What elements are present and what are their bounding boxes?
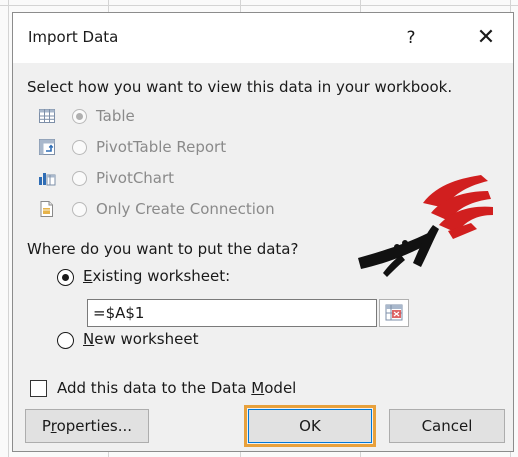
new-worksheet-radio[interactable] (57, 332, 74, 349)
location-prompt: Where do you want to put the data? (27, 240, 299, 258)
view-option-connection[interactable]: Only Create Connection (38, 196, 275, 222)
properties-label-post: operties... (56, 417, 133, 435)
view-option-pivottable-radio[interactable] (72, 139, 87, 155)
pivotchart-icon (38, 169, 56, 187)
data-model-checkbox[interactable] (30, 380, 47, 397)
view-option-connection-radio[interactable] (72, 201, 87, 217)
view-option-table[interactable]: Table (38, 103, 135, 129)
title-bar: Import Data ? ✕ (13, 13, 513, 63)
cancel-button[interactable]: Cancel (389, 409, 505, 443)
properties-button[interactable]: Properties... (25, 409, 149, 443)
new-worksheet-accesskey: N (83, 330, 95, 348)
watermark-logo (358, 175, 493, 277)
existing-worksheet-label-text: xisting worksheet: (92, 267, 231, 285)
close-button[interactable]: ✕ (471, 23, 501, 53)
cell-reference-input[interactable]: =$A$1 (87, 299, 377, 327)
view-option-label: Table (96, 107, 135, 125)
existing-worksheet-label[interactable]: Existing worksheet: (83, 267, 230, 285)
view-option-pivotchart[interactable]: PivotChart (38, 165, 174, 191)
connection-icon (38, 200, 56, 218)
dialog-title: Import Data (28, 28, 119, 46)
data-model-label[interactable]: Add this data to the Data Model (57, 379, 296, 397)
new-worksheet-label[interactable]: New worksheet (83, 330, 198, 348)
import-data-dialog: Import Data ? ✕ Select how you want to v… (12, 12, 514, 452)
existing-worksheet-radio[interactable] (57, 269, 74, 286)
new-worksheet-label-text: ew worksheet (94, 330, 199, 348)
data-model-label-pre: Add this data to the Data (57, 379, 252, 397)
table-icon (38, 107, 56, 125)
properties-label-pre: P (41, 417, 51, 435)
view-option-pivottable[interactable]: PivotTable Report (38, 134, 226, 160)
view-prompt: Select how you want to view this data in… (27, 78, 453, 96)
ok-button[interactable]: OK (244, 405, 376, 447)
pivottable-icon (38, 138, 56, 156)
help-button[interactable]: ? (397, 23, 425, 53)
data-model-accesskey: M (251, 379, 265, 397)
view-option-label: PivotChart (96, 169, 175, 187)
collapse-dialog-button[interactable] (379, 299, 409, 327)
view-option-label: Only Create Connection (96, 200, 275, 218)
view-option-table-radio[interactable] (72, 108, 87, 124)
data-model-label-post: odel (264, 379, 297, 397)
view-option-label: PivotTable Report (96, 138, 227, 156)
cell-reference-value: =$A$1 (93, 304, 145, 322)
view-option-pivotchart-radio[interactable] (72, 170, 87, 186)
range-selector-icon (385, 304, 403, 321)
